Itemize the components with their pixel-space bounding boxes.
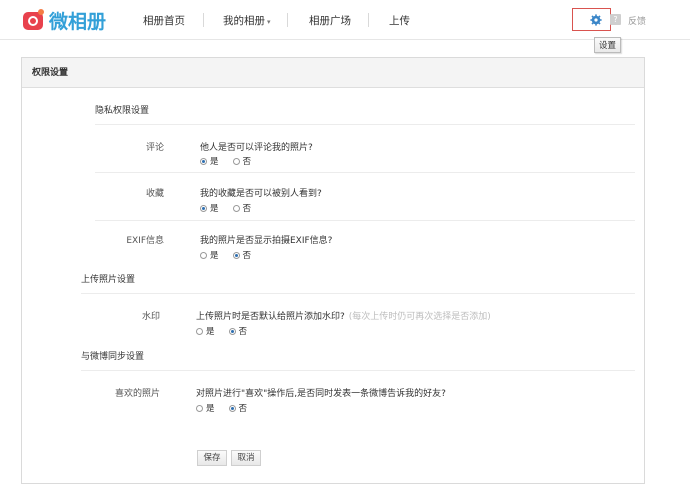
exif-question: 我的照片是否显示拍摄EXIF信息?	[200, 236, 333, 246]
divider	[81, 293, 635, 294]
nav-home[interactable]: 相册首页	[143, 13, 185, 28]
radio-checked[interactable]	[228, 327, 236, 335]
favorites-no-option[interactable]: 否	[232, 202, 252, 214]
cancel-button[interactable]: 取消	[231, 450, 261, 466]
brand-name: 微相册	[49, 10, 107, 33]
liked-yes-option[interactable]: 是	[196, 402, 215, 414]
privacy-section-title: 隐私权限设置	[95, 106, 150, 116]
permission-settings-panel: 权限设置 隐私权限设置 评论 他人是否可以评论我的照片? 是 否 收藏 我的收藏…	[21, 57, 645, 484]
option-label: 是	[210, 251, 219, 261]
radio-unchecked[interactable]	[196, 404, 203, 412]
liked-photos-options: 是 否	[196, 402, 261, 414]
watermark-question: 上传照片时是否默认给照片添加水印? (每次上传时仍可再次选择是否添加)	[196, 309, 491, 322]
radio-checked[interactable]	[232, 251, 240, 259]
gear-icon[interactable]	[590, 14, 602, 26]
comment-yes-option[interactable]: 是	[200, 155, 219, 167]
divider	[81, 370, 635, 371]
watermark-options: 是 否	[196, 325, 261, 337]
exif-no-option[interactable]: 否	[232, 249, 252, 261]
divider	[95, 172, 635, 173]
liked-photos-question: 对照片进行"喜欢"操作后,是否同时发表一条微博告诉我的好友?	[196, 389, 446, 399]
radio-checked[interactable]	[200, 157, 207, 165]
help-icon[interactable]: ?	[610, 14, 621, 25]
watermark-label: 水印	[141, 312, 160, 322]
favorites-options: 是 否	[200, 202, 265, 214]
option-label: 是	[206, 404, 215, 414]
option-label: 否	[242, 251, 252, 261]
divider	[95, 220, 635, 221]
radio-unchecked[interactable]	[232, 204, 240, 212]
radio-checked[interactable]	[228, 404, 236, 412]
settings-tooltip: 设置	[594, 37, 622, 53]
nav-my-albums[interactable]: 我的相册 ▾	[223, 13, 271, 28]
option-label: 是	[210, 204, 219, 214]
nav-plaza[interactable]: 相册广场	[309, 13, 351, 28]
watermark-question-text: 上传照片时是否默认给照片添加水印?	[196, 312, 345, 322]
nav-divider	[368, 13, 369, 27]
radio-unchecked[interactable]	[232, 157, 240, 165]
caret-down-icon: ▾	[267, 18, 271, 26]
favorites-question: 我的收藏是否可以被别人看到?	[200, 189, 322, 199]
radio-checked[interactable]	[200, 204, 207, 212]
camera-logo-icon	[22, 8, 46, 32]
radio-unchecked[interactable]	[200, 251, 207, 259]
exif-options: 是 否	[200, 249, 265, 261]
option-label: 否	[238, 327, 248, 337]
favorites-yes-option[interactable]: 是	[200, 202, 219, 214]
watermark-hint: (每次上传时仍可再次选择是否添加)	[348, 312, 491, 322]
top-navigation-bar: 微相册 相册首页 我的相册 ▾ 相册广场 上传 ? 反馈	[0, 0, 690, 40]
nav-upload[interactable]: 上传	[389, 13, 410, 28]
weibo-section-title: 与微博同步设置	[81, 352, 145, 362]
option-label: 否	[242, 204, 252, 214]
radio-unchecked[interactable]	[196, 327, 203, 335]
brand-logo[interactable]: 微相册	[22, 8, 107, 33]
comment-no-option[interactable]: 否	[232, 155, 252, 167]
divider	[95, 124, 635, 125]
comment-options: 是 否	[200, 155, 265, 167]
option-label: 否	[242, 157, 252, 167]
favorites-label: 收藏	[145, 189, 164, 199]
panel-title: 权限设置	[22, 58, 644, 88]
option-label: 是	[210, 157, 219, 167]
watermark-no-option[interactable]: 否	[228, 325, 248, 337]
comment-question: 他人是否可以评论我的照片?	[200, 143, 313, 153]
option-label: 否	[238, 404, 248, 414]
upload-section-title: 上传照片设置	[81, 275, 136, 285]
exif-label: EXIF信息	[126, 236, 164, 246]
nav-my-albums-label: 我的相册	[223, 15, 265, 27]
nav-divider	[287, 13, 288, 27]
option-label: 是	[206, 327, 215, 337]
liked-no-option[interactable]: 否	[228, 402, 248, 414]
exif-yes-option[interactable]: 是	[200, 249, 219, 261]
nav-divider	[203, 13, 204, 27]
save-button[interactable]: 保存	[197, 450, 227, 466]
feedback-link[interactable]: 反馈	[628, 14, 646, 27]
liked-photos-label: 喜欢的照片	[114, 389, 160, 399]
comment-label: 评论	[145, 143, 164, 153]
watermark-yes-option[interactable]: 是	[196, 325, 215, 337]
